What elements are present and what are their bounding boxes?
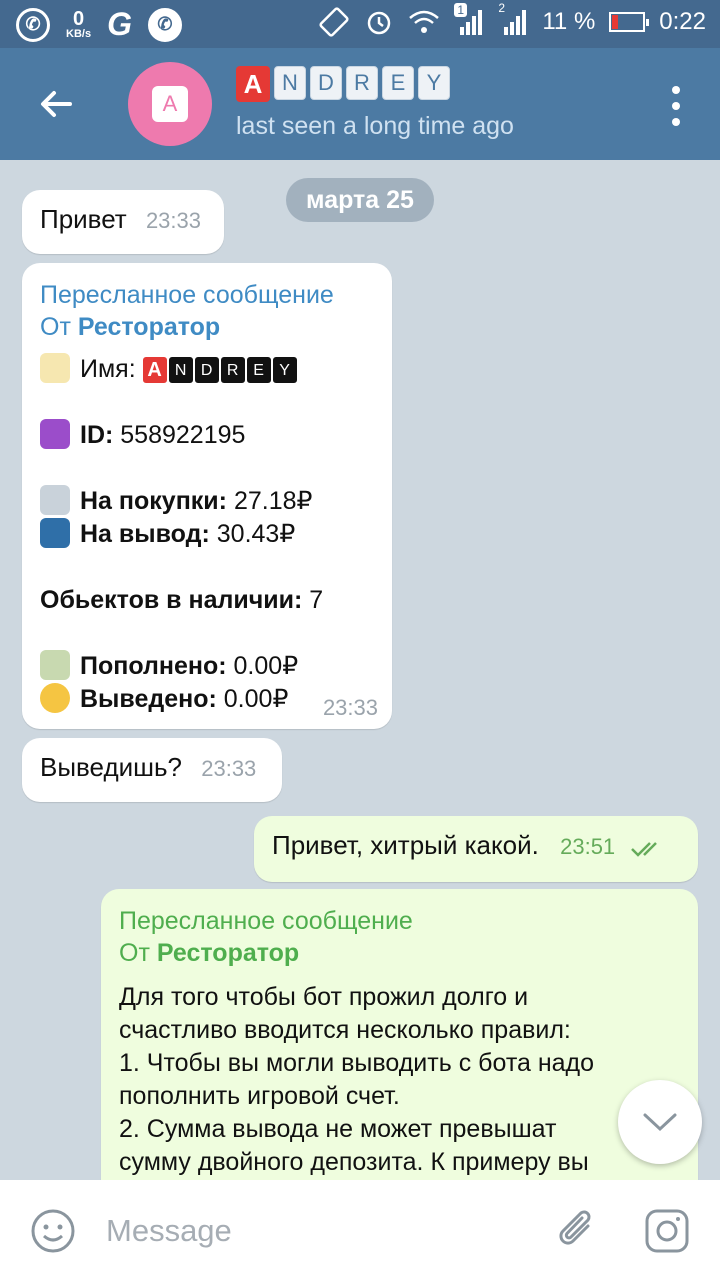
battery-icon — [609, 12, 650, 32]
message-time: 23:51 — [560, 834, 616, 859]
incoming-message[interactable]: Выведишь? 23:33 — [22, 738, 282, 802]
avatar-letter: A — [152, 86, 188, 122]
rotate-icon — [319, 7, 349, 37]
message-list[interactable]: марта 25 Привет 23:33 Пересланное сообще… — [0, 160, 720, 1180]
objects-value: 7 — [309, 586, 324, 614]
g-app-icon: G — [107, 6, 132, 42]
sim2-badge: 2 — [498, 1, 506, 15]
message-line: счастливо вводится несколько правил: — [119, 1016, 571, 1044]
forwarded-from-prefix: От — [119, 939, 150, 967]
message-text: Привет, хитрый какой. — [272, 830, 539, 860]
title-tile: D — [310, 66, 342, 100]
buy-label: На покупки: — [80, 487, 227, 515]
phone-icon: ✆ — [147, 7, 182, 42]
signal-sim1-icon: 1 — [454, 3, 484, 37]
message-text: Выведишь? — [40, 752, 182, 782]
outgoing-forwarded-message[interactable]: Пересланное сообщение От Ресторатор Для … — [101, 889, 698, 1180]
sim1-badge: 1 — [454, 3, 468, 17]
forwarded-title: Пересланное сообщение — [40, 281, 334, 309]
more-menu-icon[interactable] — [672, 86, 680, 126]
title-tile: R — [346, 66, 378, 100]
message-line: Для того чтобы бот прожил долго и — [119, 983, 529, 1011]
name-tile: Y — [272, 357, 297, 384]
chat-title[interactable]: A N D R E Y — [236, 66, 450, 102]
title-tile: E — [382, 66, 414, 100]
message-line: пополнить игровой счет. — [119, 1082, 400, 1110]
message-time: 23:33 — [201, 756, 257, 781]
forwarded-title: Пересланное сообщение — [119, 907, 413, 935]
incoming-message[interactable]: Привет 23:33 — [22, 190, 224, 254]
message-input-bar — [0, 1180, 720, 1280]
chat-header: A A N D R E Y last seen a long time ago — [0, 48, 720, 160]
emoji-icon[interactable] — [30, 1208, 76, 1254]
id-label: ID: — [80, 421, 114, 449]
clock: 0:22 — [659, 8, 706, 35]
name-tile: R — [220, 357, 245, 384]
network-speed-value: 0 — [72, 8, 85, 30]
network-speed-unit: KB/s — [66, 28, 92, 40]
message-input[interactable] — [104, 1204, 538, 1258]
name-tiles: A N D R E Y — [142, 357, 297, 384]
network-speed: 0 KB/s — [66, 9, 91, 40]
alarm-icon — [368, 11, 391, 35]
paperclip-icon[interactable] — [554, 1206, 600, 1254]
title-tile: A — [236, 66, 270, 102]
title-tile: Y — [418, 66, 450, 100]
mailbox-icon — [40, 518, 70, 548]
name-tile: D — [194, 357, 219, 384]
withdrawn-value: 0.00₽ — [223, 685, 289, 713]
chevron-down-icon — [643, 1113, 677, 1132]
forwarded-from-prefix: От — [40, 313, 71, 341]
id-value: 558922195 — [120, 421, 246, 449]
money-face-icon — [40, 683, 70, 713]
message-time: 23:33 — [322, 695, 378, 720]
memo-icon — [40, 353, 70, 383]
withdraw-value: 30.43₽ — [216, 520, 296, 548]
name-label: Имя: — [80, 355, 136, 383]
cart-icon — [40, 485, 70, 515]
forwarded-message[interactable]: Пересланное сообщение От Ресторатор Имя:… — [22, 263, 392, 729]
wifi-icon — [409, 10, 440, 33]
withdrawn-label: Выведено: — [80, 685, 217, 713]
topup-value: 0.00₽ — [233, 652, 299, 680]
title-tile: N — [274, 66, 306, 100]
money-wings-icon — [40, 650, 70, 680]
message-line: 2. Сумма вывода не может превышат — [119, 1115, 557, 1143]
outgoing-message[interactable]: Привет, хитрый какой. 23:51 — [254, 816, 698, 882]
message-line: сумму двойного депозита. К примеру вы — [119, 1148, 589, 1176]
date-chip: марта 25 — [286, 178, 434, 222]
double-check-icon — [631, 842, 658, 857]
back-arrow-icon[interactable] — [34, 82, 78, 126]
status-bar: ✆ 0 KB/s G ✆ 1 2 11 % 0:22 — [0, 0, 720, 48]
topup-label: Пополнено: — [80, 652, 227, 680]
name-tile: E — [246, 357, 271, 384]
camera-icon[interactable] — [644, 1208, 690, 1254]
forwarded-from-name[interactable]: Ресторатор — [157, 939, 299, 967]
message-text: Привет — [40, 204, 127, 234]
signal-sim2-icon: 2 — [498, 1, 528, 37]
message-time: 23:33 — [145, 208, 201, 233]
whatsapp-icon: ✆ — [16, 7, 50, 42]
id-icon — [40, 419, 70, 449]
withdraw-label: На вывод: — [80, 520, 210, 548]
name-tile: N — [168, 357, 193, 384]
forwarded-from-name[interactable]: Ресторатор — [78, 313, 220, 341]
battery-percent: 11 % — [542, 8, 596, 35]
name-tile: A — [142, 357, 167, 384]
buy-value: 27.18₽ — [233, 487, 313, 515]
message-line: 1. Чтобы вы могли выводить с бота надо — [119, 1049, 595, 1077]
avatar[interactable]: A — [128, 62, 212, 146]
objects-label: Обьектов в наличии: — [40, 586, 303, 614]
scroll-down-button[interactable] — [618, 1080, 702, 1164]
last-seen-status: last seen a long time ago — [236, 112, 514, 140]
